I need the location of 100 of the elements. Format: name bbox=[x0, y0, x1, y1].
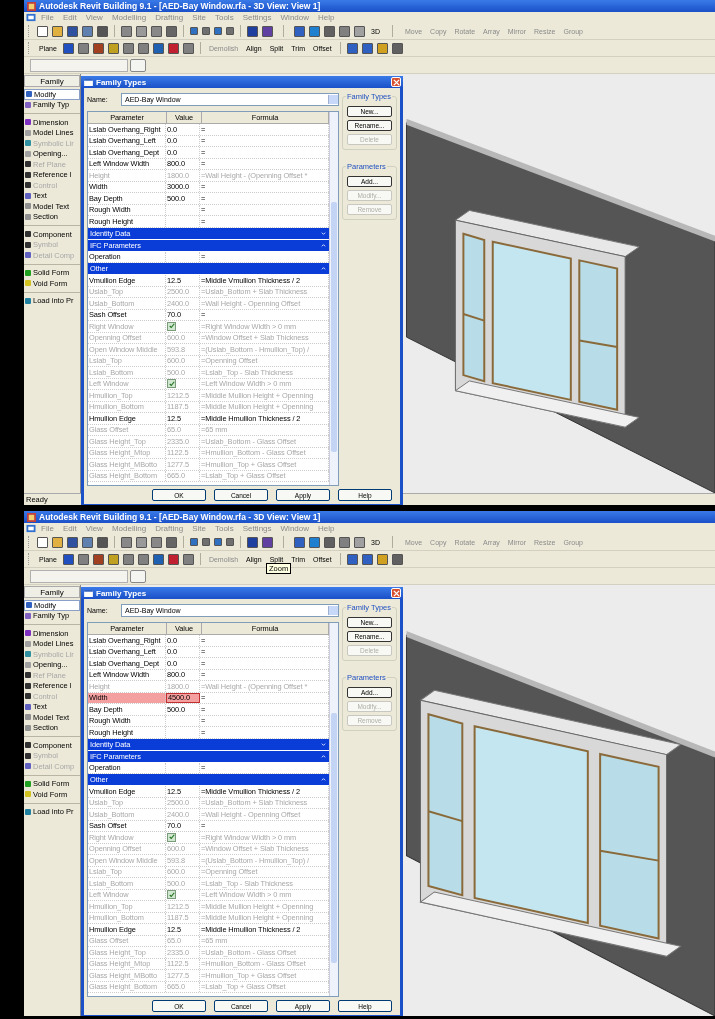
toolbar-icon[interactable] bbox=[92, 553, 104, 565]
menu-item[interactable]: File bbox=[37, 523, 58, 534]
toolbar-icon[interactable] bbox=[391, 553, 403, 565]
menu-item[interactable]: Settings bbox=[238, 523, 276, 534]
toolbar-icon[interactable] bbox=[92, 42, 104, 54]
toolbar-icon[interactable] bbox=[294, 536, 305, 548]
toolbar-icon[interactable] bbox=[247, 25, 258, 37]
toolbar-icon[interactable] bbox=[376, 553, 388, 565]
toolbar-icon[interactable] bbox=[294, 25, 305, 37]
toolbar-icon[interactable] bbox=[354, 536, 365, 548]
dialog-title: Family Types bbox=[96, 588, 148, 598]
toolbar-icon[interactable] bbox=[166, 536, 177, 548]
menu-item[interactable]: View bbox=[81, 12, 107, 23]
expand-chevron-icon bbox=[321, 741, 326, 747]
toolbar-icon[interactable] bbox=[182, 553, 194, 565]
menu-item[interactable]: Tools bbox=[210, 12, 238, 23]
document-icon[interactable] bbox=[26, 13, 36, 22]
properties-button[interactable] bbox=[130, 569, 146, 583]
toolbar-icon[interactable] bbox=[346, 553, 358, 565]
toolbar-icon[interactable] bbox=[376, 42, 388, 54]
palette-header[interactable]: Family bbox=[24, 586, 80, 598]
toolbar-icon[interactable] bbox=[37, 536, 48, 548]
app-icon bbox=[27, 512, 36, 522]
scrollbar[interactable] bbox=[329, 623, 338, 996]
close-button[interactable] bbox=[391, 77, 401, 87]
toolbar-icon[interactable] bbox=[107, 553, 119, 565]
toolbar-icon[interactable] bbox=[391, 42, 403, 54]
menu-item[interactable]: View bbox=[81, 523, 107, 534]
properties-button[interactable] bbox=[130, 58, 146, 72]
toolbar-icon[interactable] bbox=[346, 42, 358, 54]
collapse-chevron-icon bbox=[321, 777, 326, 782]
toolbar-icon[interactable] bbox=[151, 25, 162, 37]
toolbar-icon[interactable] bbox=[52, 536, 63, 548]
menu-item[interactable]: Window bbox=[276, 12, 313, 23]
menu-item[interactable]: Drafting bbox=[151, 12, 188, 23]
menu-item[interactable]: Drafting bbox=[151, 523, 188, 534]
toolbar-icon[interactable] bbox=[324, 25, 335, 37]
palette-header[interactable]: Family bbox=[24, 75, 80, 87]
toolbar-icon[interactable] bbox=[77, 553, 89, 565]
menu-item[interactable]: Modelling bbox=[107, 523, 151, 534]
toolbar-icon[interactable] bbox=[152, 42, 164, 54]
collapse-chevron-icon bbox=[321, 242, 326, 248]
window-title: Autodesk Revit Building 9.1 - [AED-Bay Window.rfa - 3D View: View 1] bbox=[24, 511, 715, 523]
dialog-icon bbox=[84, 78, 93, 86]
toolbar-icon[interactable] bbox=[67, 25, 78, 37]
menu-item[interactable]: Window bbox=[276, 523, 313, 534]
document-icon[interactable] bbox=[26, 524, 36, 533]
menu-item[interactable]: Modelling bbox=[107, 12, 151, 23]
menu-item[interactable]: Edit bbox=[58, 523, 81, 534]
toolbar-icon[interactable] bbox=[166, 25, 177, 37]
toolbar-icon[interactable] bbox=[136, 536, 147, 548]
toolbar-icon[interactable] bbox=[247, 536, 258, 548]
menu-item[interactable]: Help bbox=[314, 12, 339, 23]
toolbar-icon[interactable] bbox=[107, 42, 119, 54]
dialog-title: Family Types bbox=[96, 77, 148, 87]
menu-item[interactable]: Settings bbox=[238, 12, 276, 23]
menu-item[interactable]: Tools bbox=[210, 523, 238, 534]
menu-item[interactable]: Help bbox=[314, 523, 339, 534]
toolbar-icon[interactable] bbox=[182, 42, 194, 54]
toolbar-icon[interactable] bbox=[122, 42, 134, 54]
close-button[interactable] bbox=[391, 588, 401, 598]
menu-item[interactable]: Edit bbox=[58, 12, 81, 23]
toolbar-icon[interactable] bbox=[136, 25, 147, 37]
toolbar-icon[interactable] bbox=[121, 536, 132, 548]
menu-item[interactable]: Site bbox=[188, 12, 210, 23]
toolbar-icon[interactable] bbox=[82, 536, 93, 548]
toolbar-icon[interactable] bbox=[62, 553, 74, 565]
toolbar-icon[interactable] bbox=[354, 25, 365, 37]
toolbar-icon[interactable] bbox=[167, 42, 179, 54]
toolbar-icon[interactable] bbox=[67, 536, 78, 548]
toolbar-icon[interactable] bbox=[152, 553, 164, 565]
toolbar-icon[interactable] bbox=[167, 553, 179, 565]
toolbar-icon[interactable] bbox=[121, 25, 132, 37]
toolbar-icon[interactable] bbox=[37, 25, 48, 37]
toolbar-icon[interactable] bbox=[97, 536, 108, 548]
menu-item[interactable]: File bbox=[37, 12, 58, 23]
scrollbar[interactable] bbox=[329, 112, 338, 485]
toolbar-icon[interactable] bbox=[309, 25, 320, 37]
dialog-icon bbox=[84, 589, 93, 597]
toolbar-icon[interactable] bbox=[77, 42, 89, 54]
toolbar-icon[interactable] bbox=[137, 42, 149, 54]
close-icon bbox=[392, 589, 400, 597]
toolbar-icon[interactable] bbox=[137, 553, 149, 565]
collapse-chevron-icon bbox=[321, 753, 326, 759]
toolbar-icon[interactable] bbox=[82, 25, 93, 37]
toolbar-icon[interactable] bbox=[62, 42, 74, 54]
toolbar-icon[interactable] bbox=[309, 536, 320, 548]
toolbar-icon[interactable] bbox=[339, 536, 350, 548]
toolbar-icon[interactable] bbox=[361, 42, 373, 54]
toolbar-icon[interactable] bbox=[151, 536, 162, 548]
collapse-chevron-icon bbox=[321, 266, 326, 271]
toolbar-icon[interactable] bbox=[361, 553, 373, 565]
toolbar-icon[interactable] bbox=[122, 553, 134, 565]
menu-item[interactable]: Site bbox=[188, 523, 210, 534]
toolbar-icon[interactable] bbox=[339, 25, 350, 37]
toolbar-icon[interactable] bbox=[262, 25, 273, 37]
toolbar-icon[interactable] bbox=[324, 536, 335, 548]
toolbar-icon[interactable] bbox=[262, 536, 273, 548]
toolbar-icon[interactable] bbox=[52, 25, 63, 37]
toolbar-icon[interactable] bbox=[97, 25, 108, 37]
